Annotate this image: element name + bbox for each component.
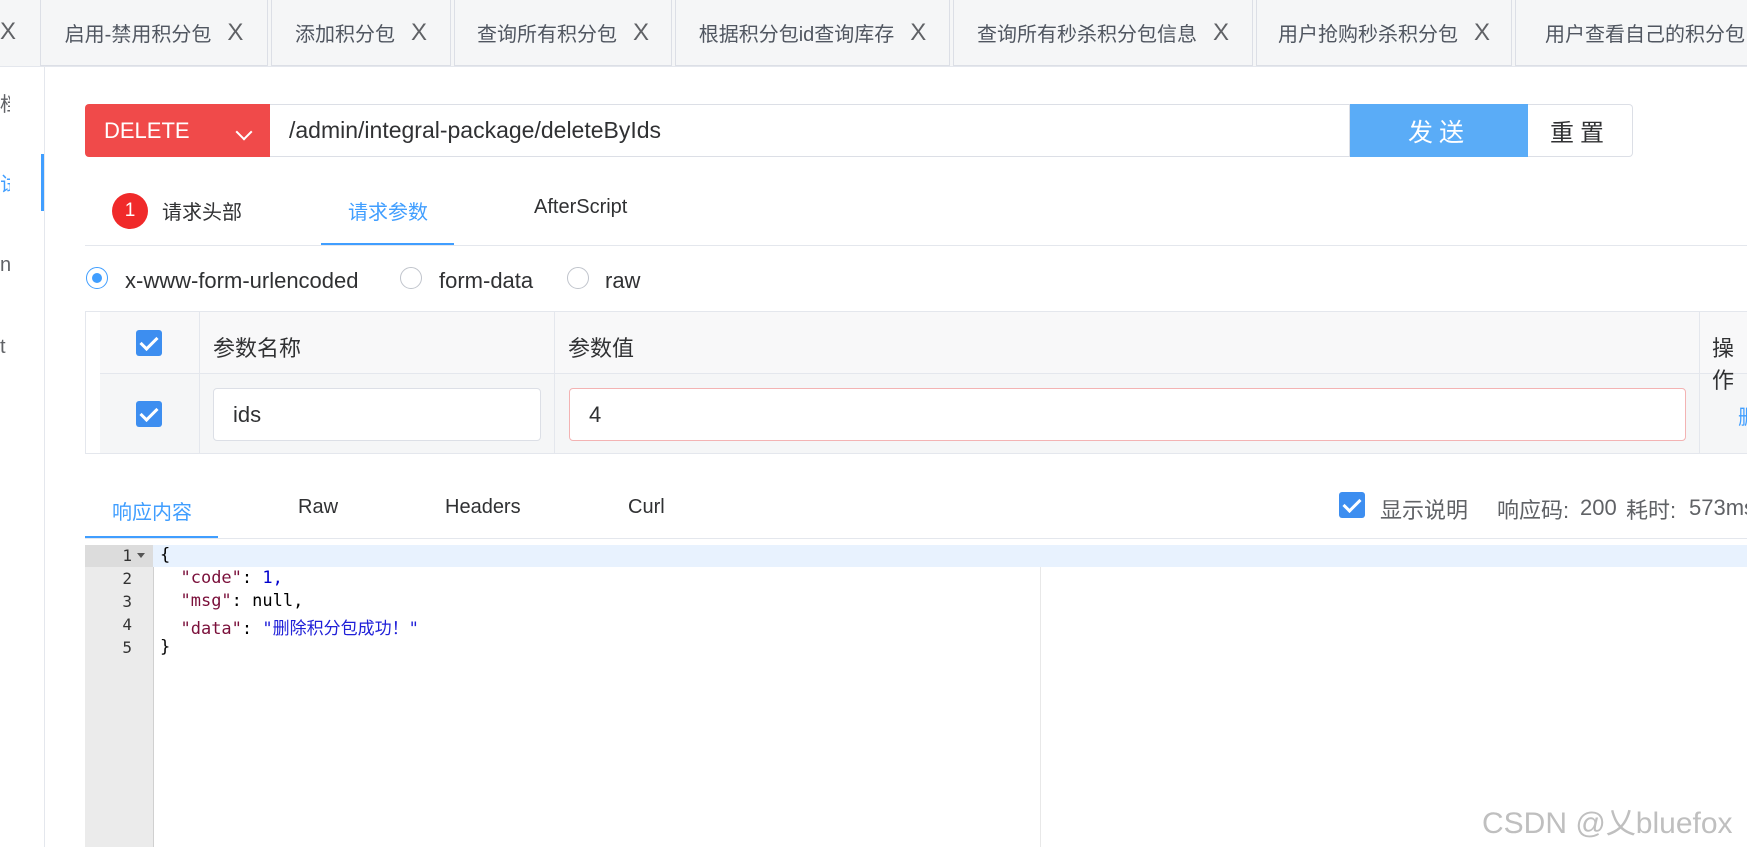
radio-label-formdata: form-data (439, 268, 534, 293)
tab-add-package[interactable]: 添加积分包 X (271, 0, 451, 66)
tab-query-stock[interactable]: 根据积分包id查询库存 X (675, 0, 950, 66)
code-line[interactable]: "code": 1, (160, 568, 283, 588)
fold-arrow-icon[interactable] (137, 553, 145, 558)
tab-response-headers[interactable]: Headers (445, 496, 521, 519)
radio-formdata[interactable] (400, 267, 422, 289)
select-all-checkbox[interactable] (136, 330, 162, 356)
close-icon[interactable]: X (0, 18, 16, 46)
tab-request-headers[interactable]: 请求头部 (162, 196, 242, 225)
json-key: "data" (180, 619, 242, 639)
json-key: "msg" (180, 591, 232, 611)
tab-enable-disable[interactable]: 启用-禁用积分包 X (40, 0, 268, 66)
tab-label: 启用-禁用积分包 (64, 24, 212, 46)
tab-request-params[interactable]: 请求参数 (348, 196, 428, 225)
status-code-value: 200 (1580, 495, 1617, 520)
param-value-input[interactable]: 4 (569, 388, 1686, 441)
radio-urlencoded[interactable] (86, 267, 108, 289)
status-code-label: 响应码: (1497, 498, 1570, 523)
elapsed-label: 耗时: (1626, 498, 1677, 523)
delete-link[interactable]: 删 (1738, 401, 1747, 430)
chevron-down-icon (235, 123, 253, 141)
param-name-input[interactable]: ids (213, 388, 541, 441)
column-divider (199, 312, 200, 453)
sidebar-item-t[interactable]: t (0, 336, 10, 359)
radio-label-urlencoded: x-www-form-urlencoded (125, 268, 359, 293)
radio-raw[interactable] (567, 267, 589, 289)
column-divider (1699, 312, 1700, 453)
tab-label: 查询所有秒杀积分包信息 (976, 24, 1197, 46)
tab-label: 用户查看自己的积分包 (1545, 24, 1745, 46)
column-header-name: 参数名称 (213, 336, 302, 361)
code-line[interactable]: { (160, 545, 170, 565)
sidebar-item-n[interactable]: n (0, 254, 10, 277)
json-key: "code" (180, 568, 242, 588)
line-number: 1 (122, 546, 132, 565)
elapsed-value: 573ms (1689, 495, 1747, 520)
sidebar-active-indicator (41, 154, 44, 211)
tab-response-raw[interactable]: Raw (298, 496, 338, 519)
code-line[interactable]: "msg": null, (160, 591, 303, 611)
close-icon[interactable]: X (227, 20, 243, 45)
sidebar-item-doc[interactable]: 档 (0, 88, 10, 117)
close-icon[interactable]: X (633, 20, 649, 45)
method-select[interactable]: DELETE (85, 104, 270, 157)
column-header-value: 参数值 (568, 336, 635, 361)
tab-user-seckill[interactable]: 用户抢购秒杀积分包 X (1256, 0, 1512, 66)
url-input[interactable]: /admin/integral-package/deleteByIds (270, 104, 1350, 157)
close-icon[interactable]: X (1474, 20, 1490, 45)
show-description-checkbox[interactable] (1339, 492, 1365, 518)
send-button[interactable]: 发送 (1350, 104, 1528, 157)
sidebar-item-debug[interactable]: 试 (0, 168, 10, 197)
watermark: CSDN @乂bluefox (1482, 807, 1733, 840)
tab-query-all[interactable]: 查询所有积分包 X (454, 0, 672, 66)
tab-label: 根据积分包id查询库存 (698, 24, 895, 46)
divider (85, 538, 1747, 539)
code-line[interactable]: } (160, 637, 170, 657)
close-icon[interactable]: X (1213, 20, 1229, 45)
header-count-badge: 1 (112, 193, 148, 229)
tab-label: 用户抢购秒杀积分包 (1277, 24, 1458, 46)
method-value: DELETE (104, 117, 190, 143)
close-icon[interactable]: X (411, 20, 427, 45)
sidebar: 档 试 n t (0, 67, 45, 847)
line-number: 4 (122, 615, 132, 634)
tab-afterscript[interactable]: AfterScript (534, 196, 627, 219)
tab-user-own-packages[interactable]: 用户查看自己的积分包 (1515, 0, 1747, 66)
active-line-highlight (153, 545, 1747, 567)
line-number: 2 (122, 569, 132, 588)
line-number: 3 (122, 592, 132, 611)
tab-response-curl[interactable]: Curl (628, 496, 665, 519)
tab-response-content[interactable]: 响应内容 (112, 496, 192, 525)
tab-bar: X 启用-禁用积分包 X 添加积分包 X 查询所有积分包 X 根据积分包id查询库存 X… (0, 0, 1747, 67)
print-margin (1040, 567, 1041, 847)
line-number: 5 (122, 638, 132, 657)
tab-label: 查询所有积分包 (476, 24, 617, 46)
column-header-action: 操作 (1712, 336, 1735, 393)
json-value: null, (252, 591, 304, 611)
reset-button[interactable]: 重置 (1528, 104, 1633, 157)
close-icon[interactable]: X (910, 20, 926, 45)
editor-gutter (85, 545, 154, 847)
row-checkbox[interactable] (136, 401, 162, 427)
column-divider (554, 312, 555, 453)
json-value: "删除积分包成功！" (262, 619, 419, 639)
tab-label: 添加积分包 (294, 24, 395, 46)
divider (85, 245, 1747, 246)
tab-query-seckill[interactable]: 查询所有秒杀积分包信息 X (953, 0, 1253, 66)
params-table-header (100, 312, 1747, 374)
radio-label-raw: raw (605, 268, 641, 293)
code-line[interactable]: "data": "删除积分包成功！" (160, 614, 419, 639)
json-value: 1, (262, 568, 283, 588)
show-description-label: 显示说明 (1380, 498, 1469, 523)
